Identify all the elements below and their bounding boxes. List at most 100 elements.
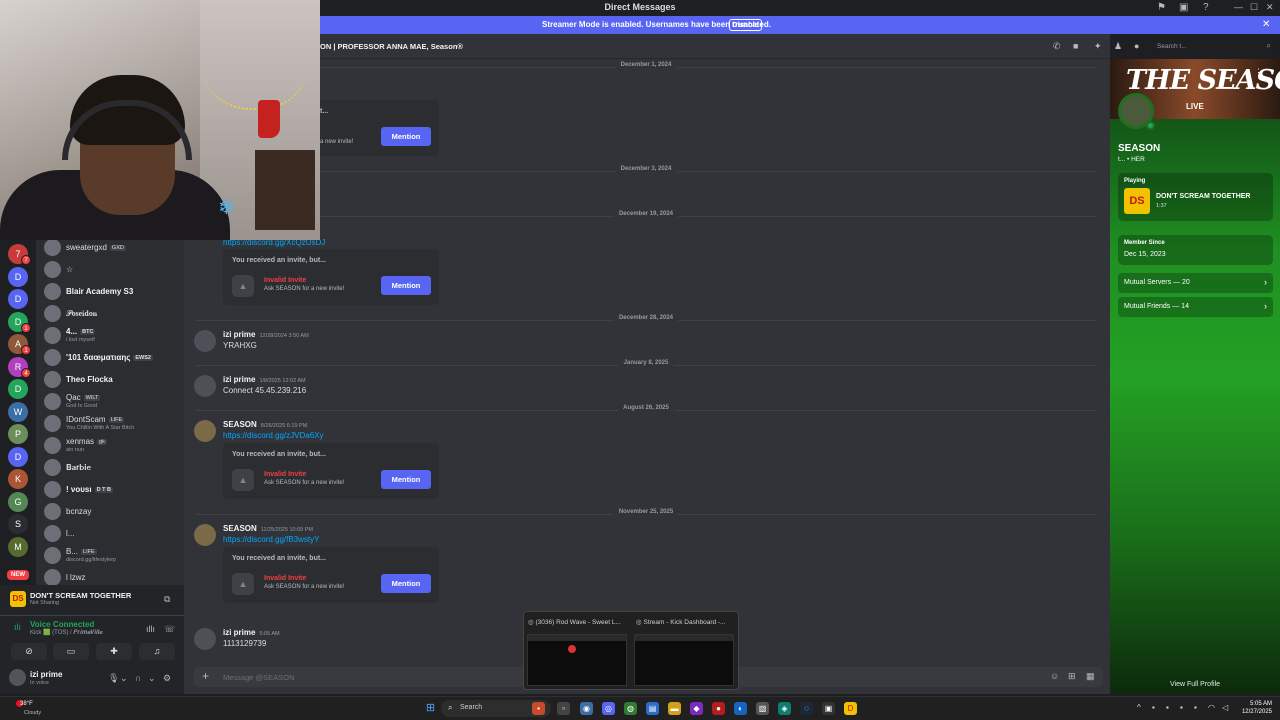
volume-icon[interactable]: ◁ <box>1222 703 1228 712</box>
clock-time[interactable]: 5:05 AM <box>1238 701 1272 707</box>
clock-date[interactable]: 12/27/2025 <box>1238 709 1272 715</box>
dm-list-item[interactable]: xenmas gk ain nun <box>36 435 184 457</box>
tray-app-icon[interactable]: ▪ <box>1166 703 1169 712</box>
dm-list-item[interactable]: l... <box>36 523 184 545</box>
signal-icon[interactable]: ılı <box>14 622 21 632</box>
server-icon[interactable]: A1 <box>8 334 31 355</box>
tray-chevron-icon[interactable]: ^ <box>1137 703 1141 712</box>
voice-status[interactable]: Voice Connected <box>30 620 94 629</box>
app-icon[interactable]: ● <box>712 702 725 715</box>
message-author[interactable]: SEASON 11/25/2025 10:09 PM <box>223 524 313 533</box>
steam-icon[interactable]: ◌ <box>800 702 813 715</box>
server-icon[interactable]: D <box>8 289 28 309</box>
dm-list-item[interactable]: bcnzay <box>36 501 184 523</box>
voice-server[interactable]: Kick 🟩 (TOS) / 𝑷𝒓𝒊𝒎𝒂𝑽𝒊𝒍𝒍𝒆 <box>30 629 103 637</box>
microphone-icon[interactable]: 🎙 <box>108 673 119 684</box>
settings-gear-icon[interactable]: ⚙ <box>163 673 171 684</box>
tray-app-icon[interactable]: ▪ <box>1194 703 1197 712</box>
message-author[interactable]: izi prime 12/28/2024 3:50 AM <box>223 330 309 339</box>
message-author[interactable]: izi prime 5:05 AM <box>223 628 280 637</box>
server-icon[interactable]: R4 <box>8 356 31 378</box>
task-view-icon[interactable]: ▫ <box>557 702 570 715</box>
server-icon[interactable]: D1 <box>8 311 31 333</box>
mutual-servers-row[interactable]: Mutual Servers — 20 › <box>1118 273 1273 293</box>
server-icon[interactable]: K <box>8 469 28 489</box>
preview-tab-title[interactable]: ◎ Stream - Kick Dashboard -... <box>636 618 725 626</box>
disconnect-icon[interactable]: ☏ <box>164 624 175 635</box>
user-profile-icon[interactable]: ● <box>1134 41 1139 51</box>
weather-desc[interactable]: Cloudy <box>24 710 41 716</box>
avatar[interactable] <box>194 330 216 352</box>
server-icon[interactable]: G <box>8 491 28 512</box>
tray-app-icon[interactable]: ▪ <box>1180 703 1183 712</box>
mutual-friends-row[interactable]: Mutual Friends — 14 › <box>1118 297 1273 317</box>
server-icon[interactable]: D <box>8 379 28 399</box>
close-window-button[interactable]: ✕ <box>1266 2 1274 13</box>
chevron-down-icon[interactable]: ⌄ <box>148 673 156 684</box>
activities-button[interactable]: ✚ <box>96 643 132 660</box>
username[interactable]: izi prime <box>30 670 62 679</box>
terminal-icon[interactable]: ▣ <box>822 702 835 715</box>
invite-link[interactable]: https://discord.gg/fB3wstyY <box>223 535 320 544</box>
dm-list-item[interactable]: 𝓟𝐨𝐬𝐞𝐢𝐝𝐨𝐧 <box>36 303 184 325</box>
apps-icon[interactable]: ⊞ <box>1068 671 1076 682</box>
mention-button[interactable]: Mention <box>381 574 431 593</box>
chevron-down-icon[interactable]: ⌄ <box>120 673 128 684</box>
dm-list-item[interactable]: Theo Flocka <box>36 369 184 391</box>
soundboard-button[interactable]: ♫ <box>139 643 175 660</box>
minimize-button[interactable]: — <box>1234 2 1243 12</box>
server-icon[interactable]: D <box>8 446 28 467</box>
wifi-icon[interactable]: ◠ <box>1208 703 1215 712</box>
call-icon[interactable]: ✆ <box>1053 41 1061 52</box>
pinned-messages-icon[interactable]: ✦ <box>1094 41 1102 52</box>
add-attachment-icon[interactable]: + <box>202 669 209 683</box>
avatar[interactable] <box>194 524 216 546</box>
message-author[interactable]: SEASON 8/26/2025 6:19 PM <box>223 420 307 429</box>
gift-icon[interactable]: ▦ <box>1086 671 1095 682</box>
emoji-icon[interactable]: ☺ <box>1050 671 1059 681</box>
headphones-icon[interactable]: ∩ <box>135 673 141 683</box>
mention-button[interactable]: Mention <box>381 127 431 146</box>
inbox-icon[interactable]: ▣ <box>1179 2 1188 13</box>
file-explorer-icon[interactable]: ▬ <box>668 702 681 715</box>
game-icon[interactable]: D <box>844 702 857 715</box>
mention-button[interactable]: Mention <box>381 276 431 295</box>
pin-icon[interactable]: ⚑ <box>1157 2 1166 13</box>
windows-start-icon[interactable]: ⊞ <box>424 702 437 715</box>
search-input[interactable]: Search t... ⌕ <box>1153 41 1274 53</box>
message-author[interactable]: izi prime 1/8/2025 12:02 AM <box>223 375 306 384</box>
app-icon[interactable]: ▪ <box>532 702 545 715</box>
avatar[interactable] <box>194 628 216 650</box>
dm-list-item[interactable]: sweatergxd GXD <box>36 237 184 259</box>
app-icon[interactable]: ◈ <box>778 702 791 715</box>
chrome-icon[interactable]: ◍ <box>624 702 637 715</box>
preview-tab-title[interactable]: ◎ (3036) Rod Wave - Sweet L... <box>528 618 621 626</box>
discord-icon[interactable]: ◎ <box>602 702 615 715</box>
dm-list-item[interactable]: Blair Academy S3 <box>36 281 184 303</box>
maximize-button[interactable]: ☐ <box>1250 2 1258 13</box>
profile-more-icon[interactable]: ⋮ <box>1254 67 1263 78</box>
server-icon[interactable]: S <box>8 514 28 534</box>
dm-list-item[interactable]: B... LIFE discord.gg/lifestylerp <box>36 545 184 567</box>
avatar[interactable] <box>194 375 216 397</box>
server-icon[interactable]: P <box>8 424 28 444</box>
help-icon[interactable]: ? <box>1203 2 1209 13</box>
dm-list-item[interactable]: IDontScam LIFE You Chillin With A Star Bit… <box>36 413 184 435</box>
preview-thumbnail[interactable] <box>527 634 627 686</box>
dm-list-item[interactable]: 4... BTC i lost myself <box>36 325 184 347</box>
screen-share-button[interactable]: ▭ <box>53 643 89 660</box>
dm-list-item[interactable]: ☆ <box>36 259 184 281</box>
dm-list-item[interactable]: '101 δαœματιαης EWS2 <box>36 347 184 369</box>
server-icon[interactable]: D <box>8 266 28 287</box>
screen-share-icon[interactable]: ⧉ <box>164 594 170 605</box>
tray-app-icon[interactable]: ▪ <box>1152 703 1155 712</box>
avatar[interactable] <box>9 669 26 686</box>
app-icon[interactable]: ▤ <box>646 702 659 715</box>
server-icon[interactable]: W <box>8 401 28 422</box>
server-icon[interactable]: 77 <box>8 244 31 265</box>
invite-link[interactable]: https://discord.gg/zJVDa6Xy <box>223 431 324 440</box>
dm-list-item[interactable]: ! νουѕι D T B <box>36 479 184 501</box>
disable-streamer-mode-button[interactable]: Disable <box>729 19 762 31</box>
banner-close-icon[interactable]: ✕ <box>1262 19 1270 30</box>
view-full-profile-link[interactable]: View Full Profile <box>1110 681 1280 688</box>
